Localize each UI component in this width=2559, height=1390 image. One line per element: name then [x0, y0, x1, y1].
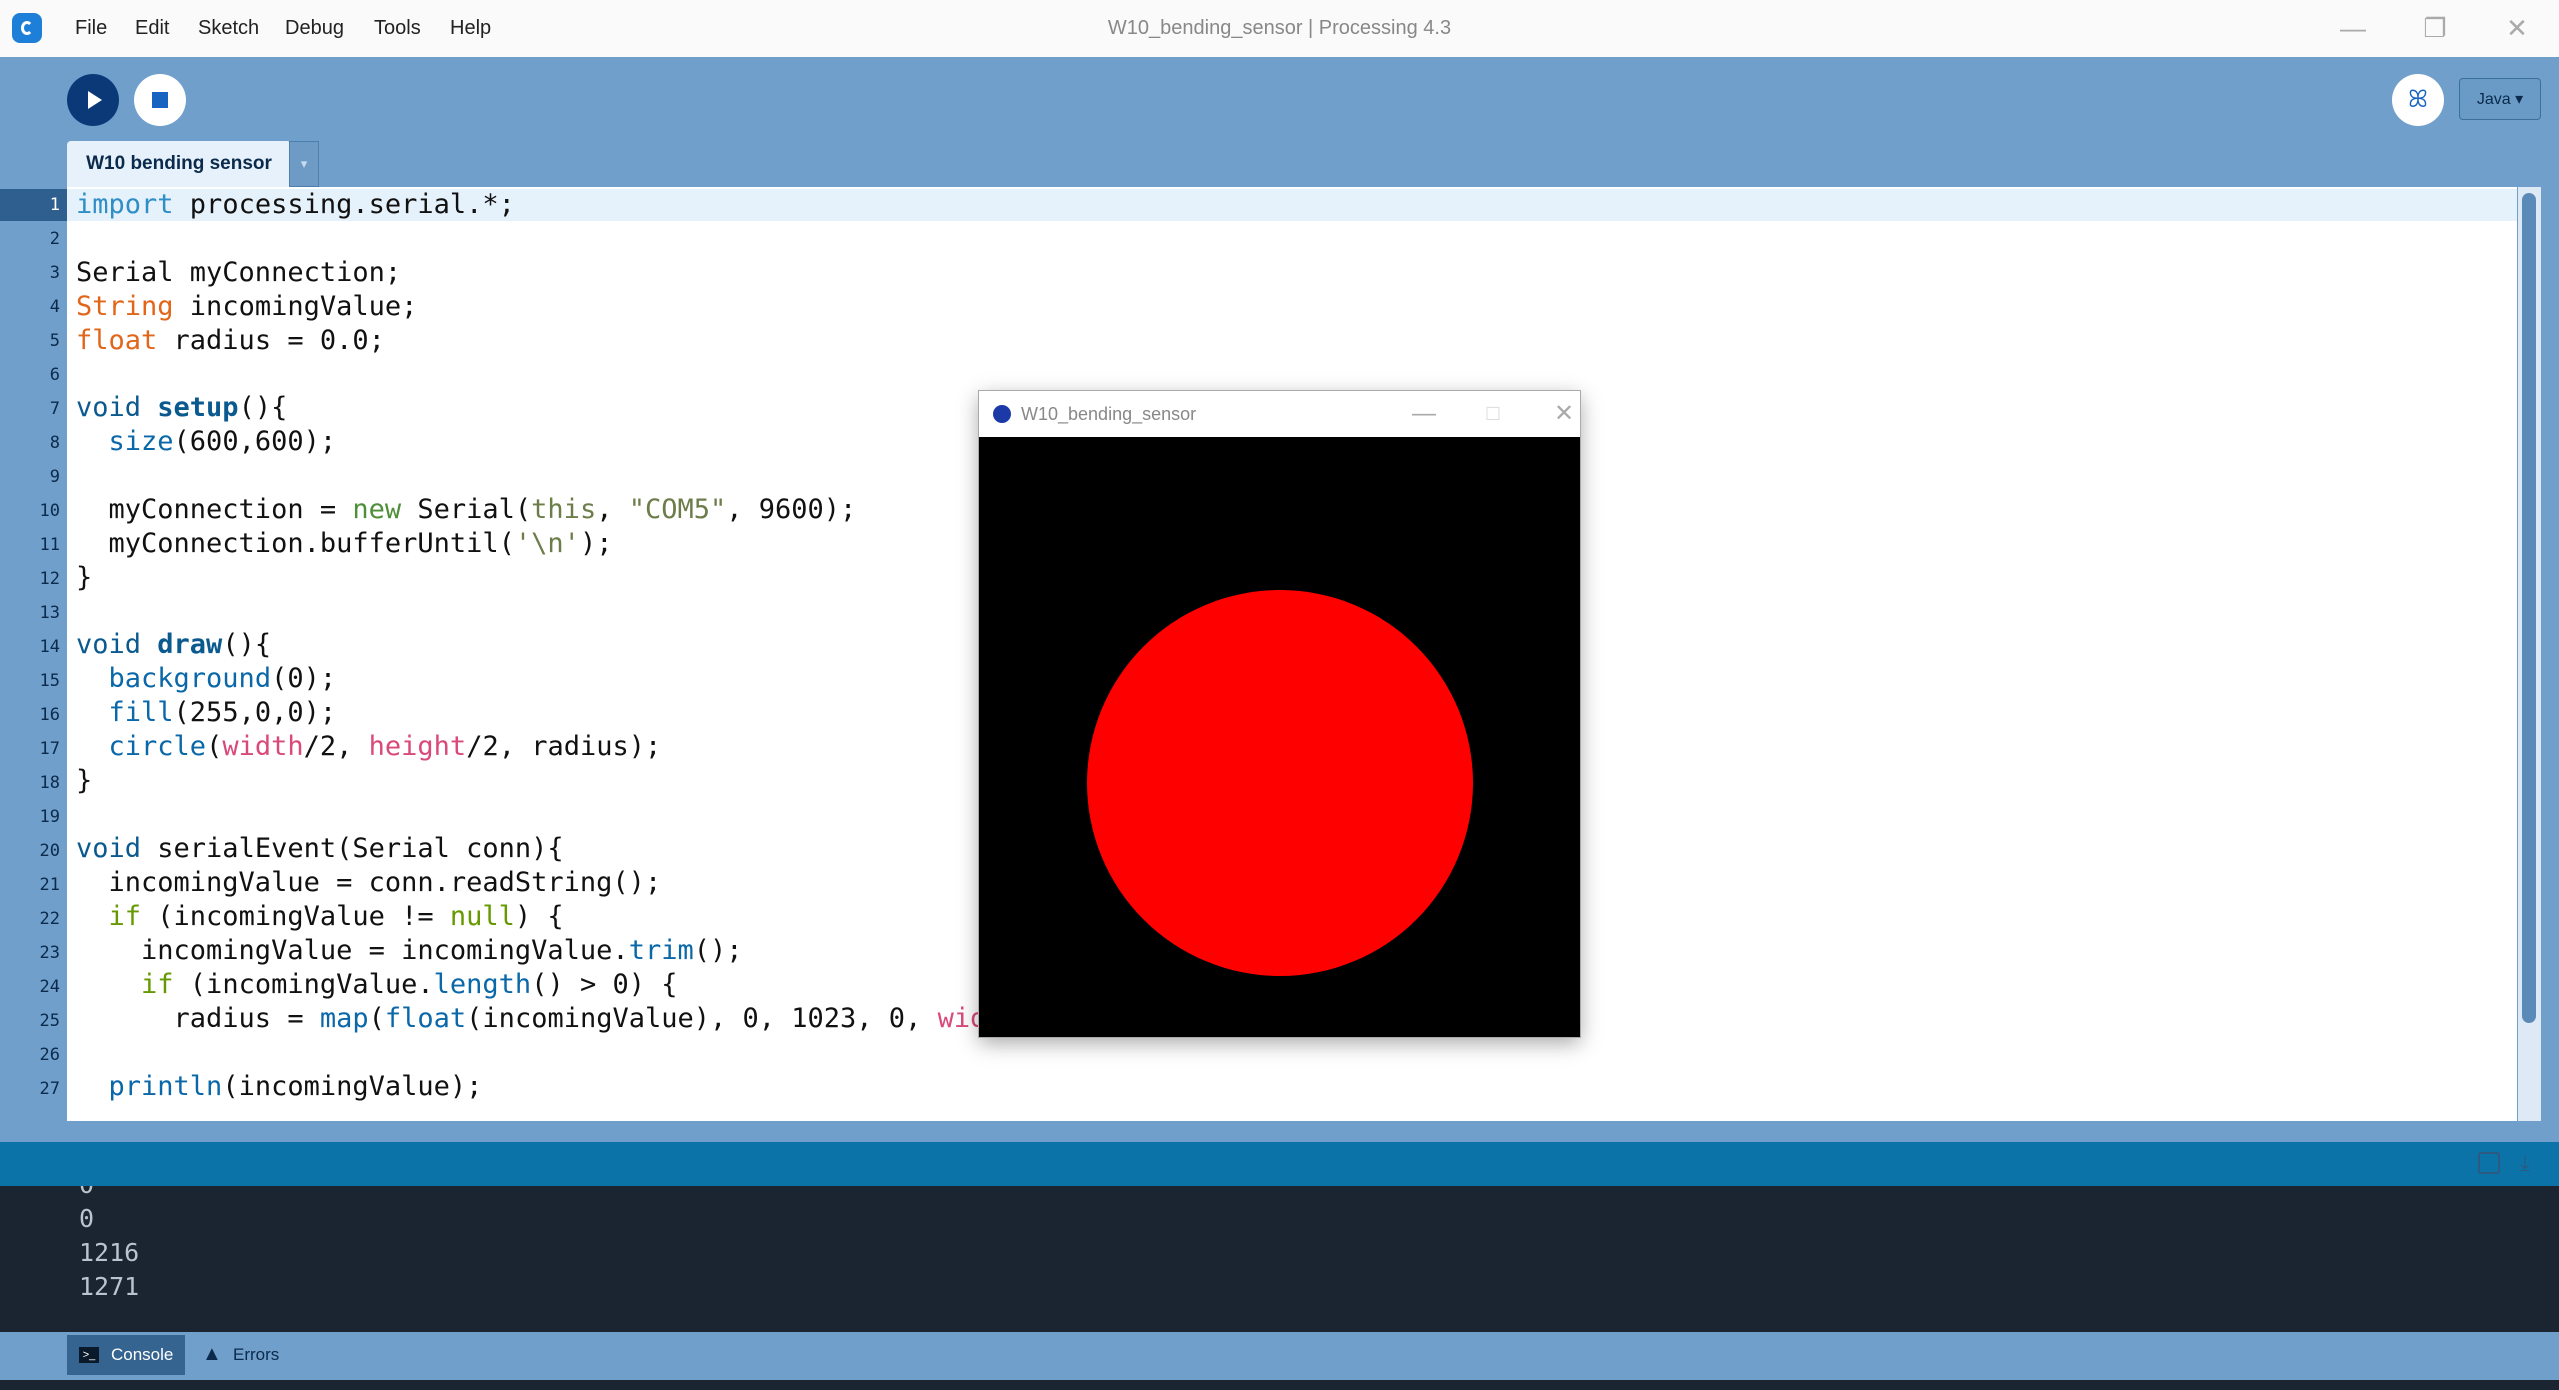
errors-tab[interactable]: ▲ Errors	[200, 1335, 320, 1375]
line-number: 20	[39, 841, 60, 861]
warning-icon: ▲	[202, 1343, 222, 1365]
close-icon[interactable]: ✕	[2494, 10, 2540, 46]
line-number: 4	[49, 297, 60, 317]
console-line: 0	[79, 1204, 95, 1233]
code-line: background(0);	[108, 663, 337, 694]
console-line: 1216	[79, 1238, 140, 1267]
line-number: 9	[49, 467, 60, 487]
menu-tools[interactable]: Tools	[374, 0, 421, 57]
line-number: 16	[39, 705, 60, 725]
code-line: fill(255,0,0);	[108, 697, 337, 728]
console-header: ⤓	[0, 1142, 2559, 1186]
code-line: }	[76, 765, 93, 796]
code-line: incomingValue = incomingValue.trim();	[76, 935, 743, 966]
console-output: 0 0 1216 1271	[0, 1186, 2559, 1332]
line-number: 25	[39, 1011, 60, 1031]
code-line: void setup(){	[76, 392, 288, 423]
sketch-window-title: W10_bending_sensor	[1021, 404, 1197, 424]
line-number: 13	[39, 603, 60, 623]
code-line: incomingValue = conn.readString();	[76, 867, 662, 898]
console-footer	[0, 1332, 2559, 1380]
code-line: void serialEvent(Serial conn){	[76, 833, 564, 864]
code-line: Serial myConnection;	[76, 257, 402, 288]
sketch-tab[interactable]: W10 bending sensor	[67, 141, 291, 187]
menu-sketch[interactable]: Sketch	[198, 0, 259, 57]
processing-logo-icon	[12, 13, 42, 43]
processing-app-icon	[993, 405, 1011, 423]
menu-debug[interactable]: Debug	[285, 0, 344, 57]
line-number: 10	[39, 501, 60, 521]
menu-file[interactable]: File	[75, 0, 107, 57]
red-circle	[1087, 590, 1473, 976]
line-number: 15	[39, 671, 60, 691]
console-line: 1271	[79, 1272, 140, 1301]
code-line: void draw(){	[76, 629, 272, 660]
clear-icon[interactable]: ⤓	[2520, 1150, 2530, 1176]
line-number: 2	[49, 229, 60, 249]
menu-help[interactable]: Help	[450, 0, 491, 57]
code-line: String incomingValue;	[76, 291, 418, 322]
line-number: 6	[49, 365, 60, 385]
line-number: 17	[39, 739, 60, 759]
line-number: 26	[39, 1045, 60, 1065]
errors-tab-label: Errors	[233, 1345, 280, 1364]
line-number: 12	[39, 569, 60, 589]
terminal-icon: >_	[79, 1347, 99, 1363]
line-number: 19	[39, 807, 60, 827]
line-number: 18	[39, 773, 60, 793]
editor-scrollbar-thumb[interactable]	[2522, 193, 2536, 1023]
stop-button[interactable]	[134, 74, 186, 126]
sketch-close-icon[interactable]: ✕	[1544, 391, 1584, 437]
line-number: 3	[49, 263, 60, 283]
line-number: 8	[49, 433, 60, 453]
mode-selector[interactable]: Java ▾	[2459, 78, 2541, 120]
sketch-canvas	[979, 437, 1580, 1037]
sketch-minimize-icon[interactable]: —	[1404, 391, 1444, 437]
sketch-window[interactable]: W10_bending_sensor — ☐ ✕	[979, 391, 1580, 1037]
line-numbers: 1 2 3 4 5 6 7 8 9 10 11 12 13 14 15 16 17 18 19 20 21 22 23 24 2…	[0, 187, 67, 1121]
code-line: size(600,600);	[108, 426, 337, 457]
code-line: circle(width/2, height/2, radius);	[108, 731, 662, 762]
console-tab[interactable]: >_ Console	[67, 1335, 185, 1375]
run-button[interactable]	[67, 74, 119, 126]
line-number: 5	[49, 331, 60, 351]
code-line: radius = map(float(incomingValue), 0, 10…	[76, 1003, 1133, 1034]
line-number: 22	[39, 909, 60, 929]
line-number: 27	[39, 1079, 60, 1099]
code-line: if (incomingValue != null) {	[108, 901, 564, 932]
line-number: 24	[39, 977, 60, 997]
line-number: 14	[39, 637, 60, 657]
debugger-icon[interactable]: ꕤ	[2392, 74, 2444, 126]
menu-edit[interactable]: Edit	[135, 0, 169, 57]
console-tab-label: Console	[111, 1345, 174, 1364]
console-line: 0	[79, 1186, 94, 1199]
code-line: if (incomingValue.length() > 0) {	[141, 969, 678, 1000]
sketch-maximize-icon[interactable]: ☐	[1473, 391, 1513, 437]
code-line: myConnection = new Serial(this, "COM5", …	[76, 494, 857, 525]
line-number: 1	[49, 195, 60, 215]
code-line: import processing.serial.*;	[76, 189, 515, 220]
code-line: myConnection.bufferUntil('\n');	[76, 528, 613, 559]
restore-icon[interactable]: ❐	[2412, 10, 2458, 46]
code-line: float radius = 0.0;	[76, 325, 385, 356]
copy-icon[interactable]	[2478, 1152, 2500, 1174]
tab-menu-arrow-icon[interactable]: ▾	[289, 141, 319, 187]
code-line: }	[76, 562, 93, 593]
line-number: 23	[39, 943, 60, 963]
status-strip	[0, 1380, 2559, 1390]
line-number: 21	[39, 875, 60, 895]
code-line: println(incomingValue);	[108, 1071, 483, 1102]
minimize-icon[interactable]: —	[2330, 10, 2376, 46]
line-number: 11	[39, 535, 60, 555]
line-number: 7	[49, 399, 60, 419]
